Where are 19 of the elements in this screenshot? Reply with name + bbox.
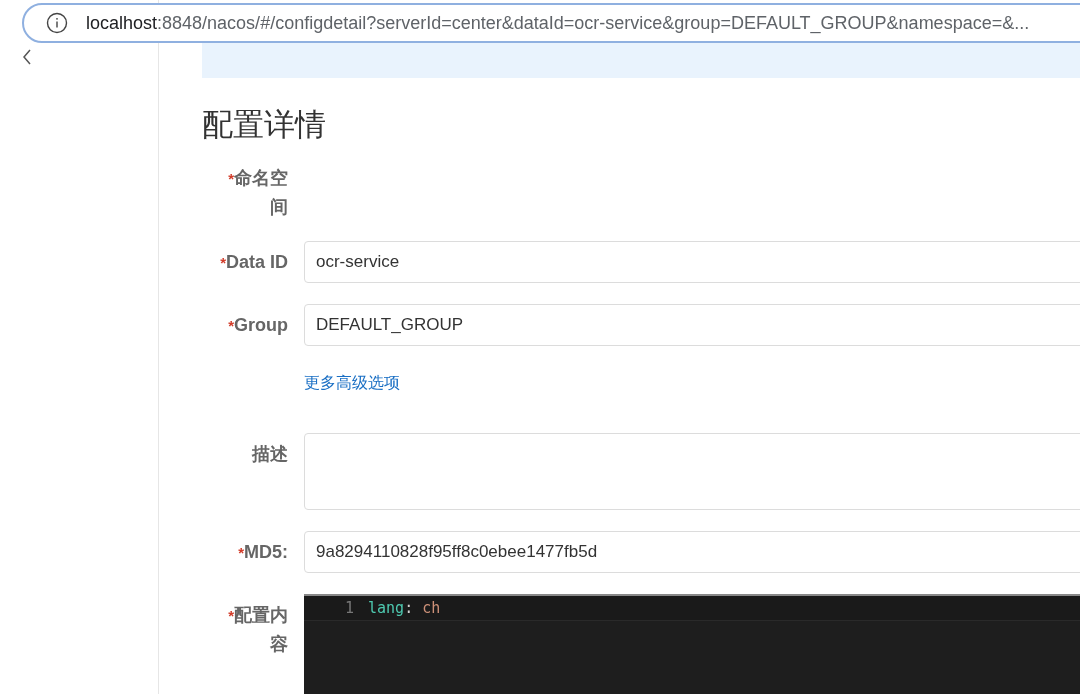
text-field[interactable]: 9a8294110828f95ff8c0ebee1477fb5d [304,531,1080,573]
page-title: 配置详情 [202,106,327,144]
field-label: *命名空间 [227,167,288,219]
field-label: *Group [228,314,288,337]
text-field[interactable]: ocr-service [304,241,1080,283]
text-field[interactable]: DEFAULT_GROUP [304,304,1080,346]
field-label: *Data ID [220,251,288,274]
field-label: *MD5: [238,541,288,564]
field-label: *配置内容 [227,604,288,656]
address-bar[interactable]: localhost:8848/nacos/#/configdetail?serverId=center&dataId=ocr-service&group=DEFAULT_GROUP&namespace=&... [22,3,1080,43]
advanced-options-link[interactable]: 更多高级选项 [304,373,400,394]
line-number: 1 [343,599,355,617]
url-text: localhost:8848/nacos/#/configdetail?serverId=center&dataId=ocr-service&group=DEFAULT_GROUP&namespace=&... [86,12,1030,34]
field-label: 描述 [252,443,288,466]
description-field[interactable] [304,433,1080,510]
info-icon[interactable] [46,12,68,34]
collapse-icon[interactable] [22,49,32,65]
code-editor[interactable]: 1 lang: ch [304,594,1080,694]
code-line: lang: ch [368,599,441,617]
